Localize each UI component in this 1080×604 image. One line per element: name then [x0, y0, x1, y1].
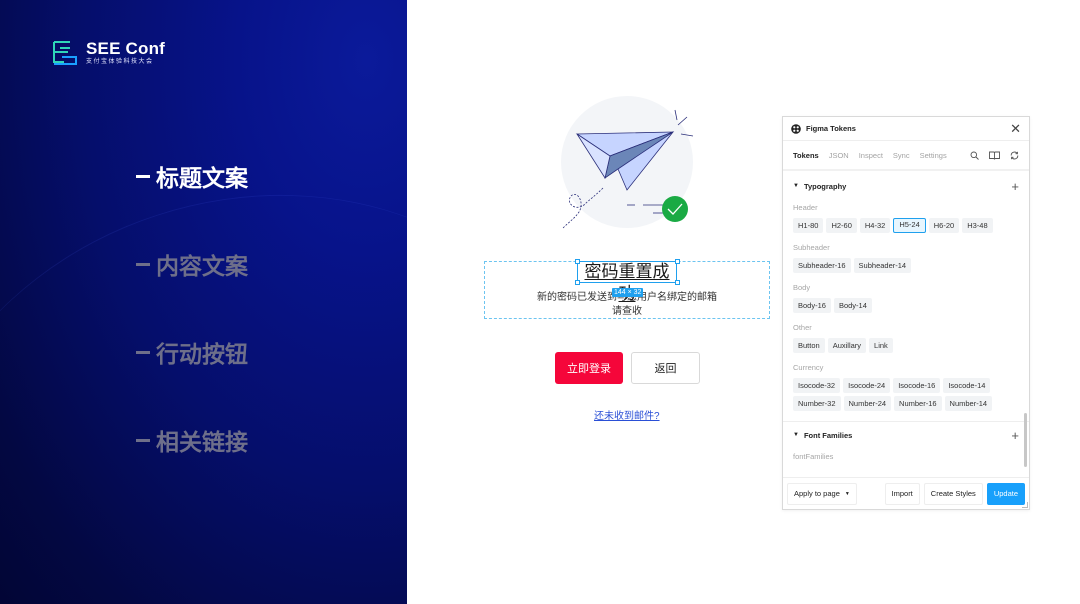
token-row: Button Auxillary Link [783, 335, 1029, 353]
title-selection-box [577, 261, 677, 283]
plugin-title: Figma Tokens [806, 124, 856, 133]
tab-json[interactable]: JSON [829, 151, 849, 160]
dash-icon [136, 262, 150, 266]
token-chip[interactable]: H2-60 [826, 218, 857, 233]
token-row: Body-16 Body-14 [783, 295, 1029, 313]
token-chip[interactable]: Subheader-16 [793, 258, 851, 273]
token-chip[interactable]: H1-80 [793, 218, 824, 233]
token-chip[interactable]: Number-24 [843, 396, 892, 411]
nav-item-related-links[interactable]: 相关链接 [136, 422, 248, 458]
nav-item-label: 行动按钮 [156, 341, 248, 367]
plugin-tabs: Tokens JSON Inspect Sync Settings [783, 141, 1029, 171]
group-label: Currency [793, 363, 824, 372]
token-chip[interactable]: H3-48 [962, 218, 993, 233]
token-chip[interactable]: Isocode-14 [943, 378, 991, 393]
token-chip[interactable]: H6-20 [928, 218, 960, 233]
caret-down-icon: ▼ [844, 490, 850, 497]
token-chip[interactable]: Number-14 [944, 396, 993, 411]
email-not-received-link[interactable]: 还未收到邮件? [594, 407, 660, 422]
resize-handle[interactable] [675, 280, 680, 285]
token-chip[interactable]: Auxillary [827, 338, 867, 353]
token-chip-selected[interactable]: H5-24 [893, 218, 926, 233]
close-icon[interactable]: ✕ [1010, 122, 1021, 135]
book-icon[interactable] [989, 151, 1000, 160]
group-label: Subheader [793, 243, 830, 252]
group-label: Body [793, 283, 811, 292]
section-nav: 标题文案 内容文案 行动按钮 相关链接 [136, 158, 248, 510]
token-chip[interactable]: Body-16 [793, 298, 831, 313]
figma-tokens-logo-icon [791, 123, 801, 134]
resize-handle[interactable] [575, 259, 580, 264]
apply-to-page-dropdown[interactable]: Apply to page ▼ [787, 482, 857, 505]
caret-down-icon: ▼ [793, 432, 799, 438]
left-panel: SEE Conf 支付宝体验科技大会 标题文案 内容文案 行动按钮 相关链接 [0, 0, 407, 604]
plugin-footer: Apply to page ▼ Import Create Styles Upd… [783, 477, 1029, 509]
nav-item-label: 标题文案 [156, 165, 248, 191]
resize-handle[interactable] [675, 259, 680, 264]
resize-handle[interactable] [575, 280, 580, 285]
token-row: Subheader-16 Subheader-14 [783, 255, 1029, 273]
tab-tokens[interactable]: Tokens [793, 151, 819, 160]
nav-item-label: 内容文案 [156, 253, 248, 279]
apply-label: Apply to page [794, 489, 840, 498]
dash-icon [136, 350, 150, 354]
scrollbar[interactable] [1024, 413, 1027, 467]
caret-down-icon: ▼ [793, 183, 799, 189]
token-row: Isocode-32 Isocode-24 Isocode-16 Isocode… [783, 375, 1029, 411]
token-chip[interactable]: Link [869, 338, 893, 353]
nav-item-content-copy[interactable]: 内容文案 [136, 246, 248, 282]
size-badge: 144 × 32 [612, 288, 644, 297]
token-chip[interactable]: Isocode-24 [843, 378, 891, 393]
section-typography[interactable]: ▼ Typography + [783, 173, 1029, 199]
search-icon[interactable] [970, 151, 979, 160]
login-now-button[interactable]: 立即登录 [555, 352, 623, 384]
section-font-families[interactable]: ▼ Font Families + [783, 422, 1029, 448]
success-check-icon [662, 196, 688, 222]
resize-grip-icon[interactable] [1022, 502, 1028, 508]
token-chip[interactable]: H4-32 [859, 218, 891, 233]
brand-name: SEE Conf [86, 39, 166, 58]
token-chip[interactable]: Button [793, 338, 825, 353]
section-label: Font Families [803, 430, 853, 440]
description-line: 请查收 [612, 306, 642, 317]
token-chip[interactable]: Isocode-16 [893, 378, 941, 393]
group-label: Header [793, 203, 818, 212]
brand-logo: SEE Conf 支付宝体验科技大会 [52, 40, 165, 66]
group-label: Other [793, 323, 812, 332]
token-chip[interactable]: Subheader-14 [853, 258, 912, 273]
refresh-icon[interactable] [1010, 151, 1019, 160]
tokens-list: ▼ Typography + Header H1-80 H2-60 H4-32 … [783, 173, 1029, 479]
token-chip[interactable]: Number-16 [894, 396, 942, 411]
token-row: H1-80 H2-60 H4-32 H5-24 H6-20 H3-48 [783, 215, 1029, 233]
brand-subtitle: 支付宝体验科技大会 [86, 59, 154, 65]
see-conf-logo-icon [53, 41, 77, 65]
slide: SEE Conf 支付宝体验科技大会 标题文案 内容文案 行动按钮 相关链接 密… [0, 0, 1080, 604]
group-label: fontFamilies [793, 452, 834, 461]
dash-icon [136, 174, 150, 178]
tab-settings[interactable]: Settings [920, 151, 947, 160]
import-button[interactable]: Import [884, 482, 920, 505]
token-chip[interactable]: Number-32 [793, 396, 841, 411]
nav-item-label: 相关链接 [156, 429, 248, 455]
token-chip[interactable]: Body-14 [833, 298, 872, 313]
figma-tokens-plugin: Figma Tokens ✕ Tokens JSON Inspect Sync … [782, 116, 1030, 510]
token-chip[interactable]: Isocode-32 [793, 378, 841, 393]
nav-item-action-buttons[interactable]: 行动按钮 [136, 334, 248, 370]
back-button[interactable]: 返回 [631, 352, 700, 384]
add-token-icon[interactable]: + [1011, 428, 1019, 443]
paper-plane-illustration [561, 96, 694, 229]
add-token-icon[interactable]: + [1011, 179, 1019, 194]
tab-inspect[interactable]: Inspect [859, 151, 883, 160]
plugin-header: Figma Tokens ✕ [783, 117, 1029, 141]
tab-sync[interactable]: Sync [893, 151, 910, 160]
nav-item-title-copy[interactable]: 标题文案 [136, 158, 248, 194]
dash-icon [136, 438, 150, 442]
section-label: Typography [803, 181, 847, 191]
update-button[interactable]: Update [986, 482, 1025, 505]
create-styles-button[interactable]: Create Styles [923, 482, 983, 505]
